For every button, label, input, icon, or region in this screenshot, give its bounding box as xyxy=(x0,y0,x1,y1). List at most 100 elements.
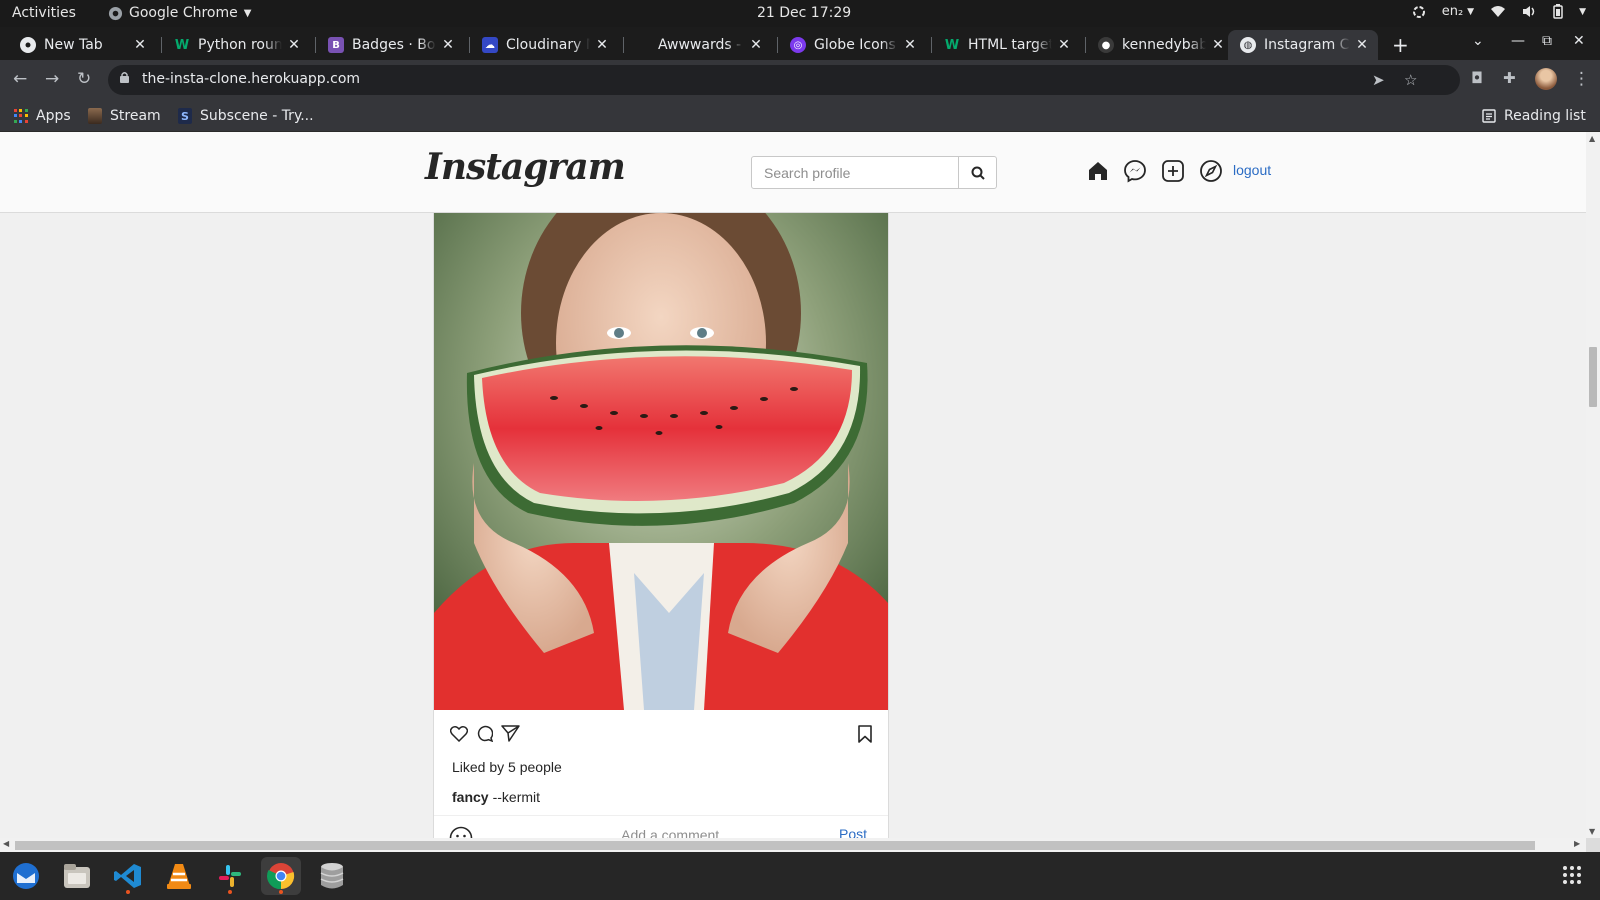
tab-globe-icons[interactable]: ◎ Globe Icons | ✕ xyxy=(782,30,926,60)
tab-badges[interactable]: B Badges · Boo ✕ xyxy=(320,30,464,60)
back-icon[interactable]: ← xyxy=(13,69,27,89)
close-icon[interactable]: ✕ xyxy=(594,37,610,53)
comment-input[interactable] xyxy=(586,824,766,838)
running-indicator xyxy=(228,890,232,894)
caption-username[interactable]: fancy xyxy=(452,789,489,805)
close-icon[interactable]: ✕ xyxy=(1354,37,1370,53)
tab-cloudinary[interactable]: ☁ Cloudinary M ✕ xyxy=(474,30,618,60)
woman-with-watermelon-photo xyxy=(434,213,888,710)
chrome-icon xyxy=(108,6,123,20)
forward-icon[interactable]: → xyxy=(45,69,59,89)
tab-awwwards[interactable]: Awwwards - ✕ xyxy=(628,30,772,60)
github-icon: ● xyxy=(1098,37,1114,53)
tab-search-icon[interactable]: ⌄ xyxy=(1472,33,1484,49)
chevron-down-icon: ▼ xyxy=(1579,6,1586,17)
horizontal-scrollbar[interactable]: ◀ ▶ xyxy=(0,838,1586,852)
close-icon[interactable]: ✕ xyxy=(1056,37,1072,53)
reload-icon[interactable]: ↻ xyxy=(77,69,91,89)
tab-github[interactable]: ● kennedybabu ✕ xyxy=(1090,30,1234,60)
sync-icon xyxy=(1412,5,1425,18)
battery-icon xyxy=(1553,4,1563,19)
new-tab-button[interactable]: + xyxy=(1392,33,1409,57)
app-menu[interactable]: Google Chrome ▼ xyxy=(108,5,251,21)
dock-chrome[interactable] xyxy=(261,857,301,895)
tab-strip: New Tab ✕ W Python round ✕ B Badges · Bo… xyxy=(0,27,1600,60)
chevron-down-icon: ▼ xyxy=(243,7,252,19)
logout-link[interactable]: logout xyxy=(1233,162,1271,178)
window-close-button[interactable]: ✕ xyxy=(1573,33,1585,49)
wifi-icon xyxy=(1491,6,1506,17)
likes-count: Liked by 5 people xyxy=(452,759,562,775)
heart-icon[interactable] xyxy=(450,725,468,742)
bookmark-stream[interactable]: Stream xyxy=(88,108,161,124)
dock-database[interactable] xyxy=(312,857,352,895)
tab-python-round[interactable]: W Python round ✕ xyxy=(166,30,310,60)
scrollbar-thumb[interactable] xyxy=(15,841,1535,850)
address-bar[interactable]: the-insta-clone.herokuapp.com ➤ ☆ xyxy=(108,65,1460,95)
cloudinary-icon: ☁ xyxy=(482,37,498,53)
scroll-up-arrow[interactable]: ▲ xyxy=(1589,134,1595,143)
tab-instagram-clone[interactable]: ◍ Instagram Cl ✕ xyxy=(1228,30,1378,60)
tab-title: kennedybabu xyxy=(1122,37,1206,53)
close-icon[interactable]: ✕ xyxy=(902,37,918,53)
reading-list-icon xyxy=(1482,109,1496,123)
app-menu-label: Google Chrome xyxy=(129,5,238,21)
scroll-down-arrow[interactable]: ▼ xyxy=(1589,827,1595,836)
database-icon xyxy=(320,863,344,889)
close-icon[interactable]: ✕ xyxy=(1210,37,1226,53)
messenger-icon[interactable] xyxy=(1123,159,1147,183)
w3schools-icon: W xyxy=(944,37,960,53)
browser-toolbar: ← → ↻ the-insta-clone.herokuapp.com ➤ ☆ … xyxy=(0,60,1600,100)
comment-icon[interactable] xyxy=(476,725,493,742)
emoji-icon[interactable] xyxy=(449,826,473,838)
search-input[interactable] xyxy=(752,157,957,188)
bookmark-label: Stream xyxy=(110,108,161,124)
restore-button[interactable]: ⧉ xyxy=(1542,33,1552,49)
system-top-bar: Activities Google Chrome ▼ 21 Dec 17:29 … xyxy=(0,0,1600,27)
bookmark-apps[interactable]: Apps xyxy=(14,108,71,124)
reading-list[interactable]: Reading list xyxy=(1482,108,1586,124)
clock[interactable]: 21 Dec 17:29 xyxy=(757,5,851,21)
star-icon[interactable]: ☆ xyxy=(1404,71,1417,89)
bookmark-subscene[interactable]: S Subscene - Try... xyxy=(178,108,314,124)
close-icon[interactable]: ✕ xyxy=(748,37,764,53)
activities-button[interactable]: Activities xyxy=(12,5,76,21)
bookmark-icon[interactable] xyxy=(858,725,872,743)
scroll-right-arrow[interactable]: ▶ xyxy=(1574,839,1580,848)
w3schools-icon: W xyxy=(174,37,190,53)
scrollbar-thumb[interactable] xyxy=(1589,347,1597,407)
dock-slack[interactable] xyxy=(210,857,250,895)
tab-title: Awwwards - xyxy=(658,37,742,53)
send-icon[interactable]: ➤ xyxy=(1372,71,1385,89)
close-icon[interactable]: ✕ xyxy=(132,37,148,53)
post-comment-button[interactable]: Post xyxy=(839,826,867,838)
tab-title: Globe Icons | xyxy=(814,37,898,53)
explore-icon[interactable] xyxy=(1199,159,1223,183)
scroll-left-arrow[interactable]: ◀ xyxy=(3,839,9,848)
post-actions xyxy=(450,725,520,742)
extensions-icon[interactable]: ✚ xyxy=(1503,69,1516,87)
post-image[interactable] xyxy=(434,213,888,710)
profile-avatar[interactable] xyxy=(1535,68,1557,90)
home-icon[interactable] xyxy=(1087,160,1109,182)
instagram-logo[interactable]: Instagram xyxy=(425,146,626,188)
show-applications-icon[interactable] xyxy=(1563,866,1581,884)
share-icon[interactable] xyxy=(501,725,520,742)
minimize-button[interactable]: — xyxy=(1511,33,1525,49)
dock-thunderbird[interactable] xyxy=(6,857,46,895)
new-post-icon[interactable] xyxy=(1161,159,1185,183)
search-button[interactable] xyxy=(958,157,996,188)
tab-html-target[interactable]: W HTML target ✕ xyxy=(936,30,1080,60)
camera-icon[interactable]: ◘ xyxy=(1471,69,1483,87)
vertical-scrollbar[interactable]: ▲ ▼ xyxy=(1586,132,1600,838)
menu-icon[interactable]: ⋮ xyxy=(1573,69,1590,89)
dock-files[interactable] xyxy=(57,857,97,895)
tab-new-tab[interactable]: New Tab ✕ xyxy=(12,30,156,60)
dock-vlc[interactable] xyxy=(159,857,199,895)
system-tray[interactable]: en₂ ▼ ▼ xyxy=(1412,4,1586,19)
reading-list-label: Reading list xyxy=(1504,108,1586,124)
close-icon[interactable]: ✕ xyxy=(440,37,456,53)
dock-vscode[interactable] xyxy=(108,857,148,895)
search-icon xyxy=(971,166,985,180)
close-icon[interactable]: ✕ xyxy=(286,37,302,53)
